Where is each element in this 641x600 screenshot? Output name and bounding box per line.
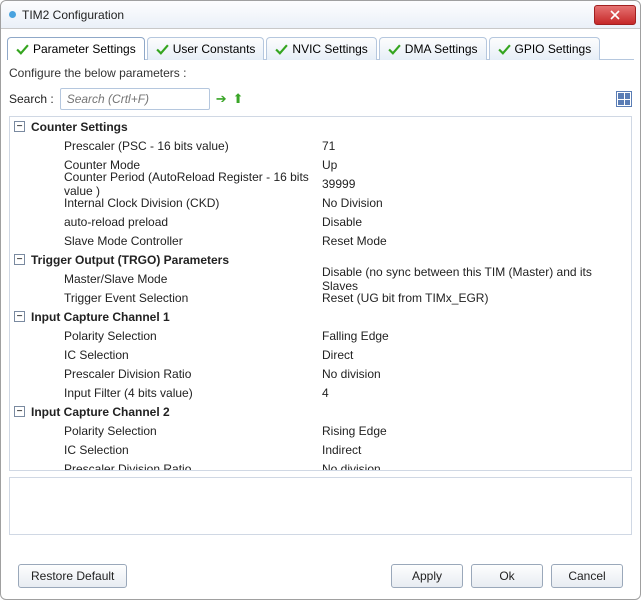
param-row[interactable]: Prescaler Division RatioNo division (10, 364, 631, 383)
check-icon (275, 43, 288, 56)
param-label: IC Selection (10, 348, 318, 362)
param-label: Input Filter (4 bits value) (10, 386, 318, 400)
tab-nvic-settings[interactable]: NVIC Settings (266, 37, 376, 60)
description-panel (9, 477, 632, 535)
param-value: Direct (318, 348, 631, 362)
cancel-button[interactable]: Cancel (551, 564, 623, 588)
param-row[interactable]: auto-reload preloadDisable (10, 212, 631, 231)
param-row[interactable]: Input Filter (4 bits value)4 (10, 383, 631, 402)
param-row[interactable]: Trigger Event SelectionReset (UG bit fro… (10, 288, 631, 307)
param-row[interactable]: Counter Period (AutoReload Register - 16… (10, 174, 631, 193)
section-ic1[interactable]: − Input Capture Channel 1 (10, 307, 631, 326)
search-prev-icon[interactable]: ⬆ (233, 91, 244, 107)
section-title: Trigger Output (TRGO) Parameters (31, 253, 229, 267)
param-value: Reset Mode (318, 234, 631, 248)
param-value: Up (318, 158, 631, 172)
collapse-icon[interactable]: − (14, 254, 25, 265)
param-label: auto-reload preload (10, 215, 318, 229)
param-row[interactable]: Internal Clock Division (CKD)No Division (10, 193, 631, 212)
check-icon (156, 43, 169, 56)
tab-gpio-settings[interactable]: GPIO Settings (489, 37, 601, 60)
param-value: Indirect (318, 443, 631, 457)
tab-label: DMA Settings (405, 42, 478, 56)
param-row[interactable]: Polarity SelectionFalling Edge (10, 326, 631, 345)
tab-label: NVIC Settings (292, 42, 367, 56)
apply-button[interactable]: Apply (391, 564, 463, 588)
search-next-icon[interactable]: ➔ (216, 91, 227, 107)
param-value: Reset (UG bit from TIMx_EGR) (318, 291, 631, 305)
param-value: No Division (318, 196, 631, 210)
param-label: Trigger Event Selection (10, 291, 318, 305)
param-label: Slave Mode Controller (10, 234, 318, 248)
tab-label: GPIO Settings (515, 42, 592, 56)
param-value: 71 (318, 139, 631, 153)
window-title: TIM2 Configuration (22, 8, 124, 22)
param-value: Falling Edge (318, 329, 631, 343)
param-label: Polarity Selection (10, 329, 318, 343)
search-label: Search : (9, 92, 54, 106)
param-row[interactable]: Polarity SelectionRising Edge (10, 421, 631, 440)
close-icon (610, 10, 620, 20)
param-label: Prescaler (PSC - 16 bits value) (10, 139, 318, 153)
tab-label: User Constants (173, 42, 256, 56)
config-hint: Configure the below parameters : (1, 60, 640, 84)
collapse-icon[interactable]: − (14, 311, 25, 322)
param-label: Internal Clock Division (CKD) (10, 196, 318, 210)
param-row[interactable]: IC SelectionDirect (10, 345, 631, 364)
close-button[interactable] (594, 5, 636, 25)
section-title: Input Capture Channel 1 (31, 310, 170, 324)
tab-user-constants[interactable]: User Constants (147, 37, 265, 60)
titlebar: TIM2 Configuration (1, 1, 640, 29)
param-value: No division (318, 367, 631, 381)
parameter-tree: − Counter Settings Prescaler (PSC - 16 b… (9, 116, 632, 471)
param-label: Prescaler Division Ratio (10, 367, 318, 381)
section-title: Counter Settings (31, 120, 128, 134)
section-title: Input Capture Channel 2 (31, 405, 170, 419)
param-row[interactable]: IC SelectionIndirect (10, 440, 631, 459)
collapse-icon[interactable]: − (14, 121, 25, 132)
param-row[interactable]: Master/Slave ModeDisable (no sync betwee… (10, 269, 631, 288)
param-value: Disable (318, 215, 631, 229)
footer: Restore Default Apply Ok Cancel (0, 564, 641, 588)
param-label: IC Selection (10, 443, 318, 457)
param-label: Master/Slave Mode (10, 272, 318, 286)
param-value: No division (318, 462, 631, 472)
check-icon (388, 43, 401, 56)
param-row[interactable]: Slave Mode ControllerReset Mode (10, 231, 631, 250)
param-row[interactable]: Prescaler Division RatioNo division (10, 459, 631, 471)
param-label: Counter Period (AutoReload Register - 16… (10, 170, 318, 198)
param-label: Prescaler Division Ratio (10, 462, 318, 472)
tab-dma-settings[interactable]: DMA Settings (379, 37, 487, 60)
tabs: Parameter Settings User Constants NVIC S… (7, 33, 634, 59)
app-icon (9, 11, 16, 18)
view-grid-icon[interactable] (616, 91, 632, 107)
check-icon (498, 43, 511, 56)
param-label: Polarity Selection (10, 424, 318, 438)
check-icon (16, 43, 29, 56)
param-value: Disable (no sync between this TIM (Maste… (318, 265, 631, 293)
section-counter-settings[interactable]: − Counter Settings (10, 117, 631, 136)
tab-label: Parameter Settings (33, 42, 136, 56)
collapse-icon[interactable]: − (14, 406, 25, 417)
search-row: Search : ➔ ⬆ (1, 84, 640, 116)
param-row[interactable]: Prescaler (PSC - 16 bits value)71 (10, 136, 631, 155)
param-value: 39999 (318, 177, 631, 191)
search-input[interactable] (60, 88, 210, 110)
tab-parameter-settings[interactable]: Parameter Settings (7, 37, 145, 60)
restore-default-button[interactable]: Restore Default (18, 564, 127, 588)
param-value: Rising Edge (318, 424, 631, 438)
ok-button[interactable]: Ok (471, 564, 543, 588)
section-ic2[interactable]: − Input Capture Channel 2 (10, 402, 631, 421)
param-value: 4 (318, 386, 631, 400)
